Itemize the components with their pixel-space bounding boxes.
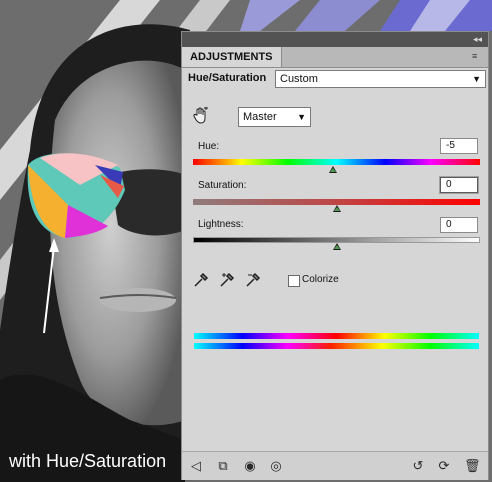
trash-icon[interactable]: 🗑 — [464, 458, 481, 474]
saturation-input[interactable]: 0 — [439, 176, 479, 194]
colorize-label: Colorize — [302, 274, 339, 285]
input-color-spectrum — [194, 333, 479, 339]
preset-value: Custom — [280, 73, 318, 85]
collapse-panel-icon[interactable]: ◂◂ — [473, 34, 482, 44]
eyedropper-icon[interactable] — [193, 272, 209, 288]
panel-bottom-toolbar: ◁ ⧉ ◉ ◎ ↺ ⟳ 🗑 — [182, 451, 488, 480]
saturation-slider-thumb[interactable] — [332, 205, 341, 212]
caption-text: with Hue/Saturation — [9, 451, 167, 471]
panel-tab-bar: ADJUSTMENTS ≡ — [182, 47, 488, 68]
hue-label: Hue: — [198, 141, 220, 152]
adjustment-title: Hue/Saturation — [188, 72, 267, 84]
lightness-input[interactable]: 0 — [440, 217, 478, 233]
on-image-adjust-icon[interactable] — [192, 106, 210, 125]
adjustments-panel: ◂◂ ADJUSTMENTS ≡ Hue/Saturation Custom ▼… — [181, 31, 489, 480]
hue-slider-thumb[interactable] — [328, 166, 337, 173]
refresh-icon[interactable]: ⟳ — [436, 458, 452, 474]
lightness-slider-thumb[interactable] — [332, 243, 341, 250]
reset-icon[interactable]: ↺ — [410, 458, 426, 474]
visibility-eye-icon[interactable]: ◎ — [268, 458, 284, 474]
panel-menu-icon[interactable]: ≡ — [472, 51, 484, 62]
panel-top-strip: ◂◂ — [182, 32, 488, 47]
preset-select[interactable]: Custom ▼ — [275, 70, 486, 88]
chevron-down-icon: ▼ — [472, 74, 481, 84]
chevron-down-icon: ▼ — [297, 112, 306, 122]
eyedropper-plus-icon[interactable] — [219, 272, 235, 288]
hue-input[interactable]: -5 — [440, 138, 478, 154]
clip-to-layer-icon[interactable]: ⧉ — [215, 458, 231, 474]
colorize-checkbox[interactable] — [288, 275, 300, 287]
lightness-label: Lightness: — [198, 219, 244, 230]
channel-select[interactable]: Master ▼ — [238, 107, 311, 127]
tab-adjustments[interactable]: ADJUSTMENTS — [182, 47, 282, 67]
saturation-label: Saturation: — [198, 180, 247, 191]
return-arrow-icon[interactable]: ◁ — [188, 458, 204, 474]
eyedropper-minus-icon[interactable] — [245, 272, 261, 288]
view-previous-icon[interactable]: ◉ — [242, 458, 258, 474]
hue-slider-track[interactable] — [193, 159, 480, 165]
output-color-spectrum — [194, 343, 479, 349]
channel-value: Master — [243, 111, 277, 123]
